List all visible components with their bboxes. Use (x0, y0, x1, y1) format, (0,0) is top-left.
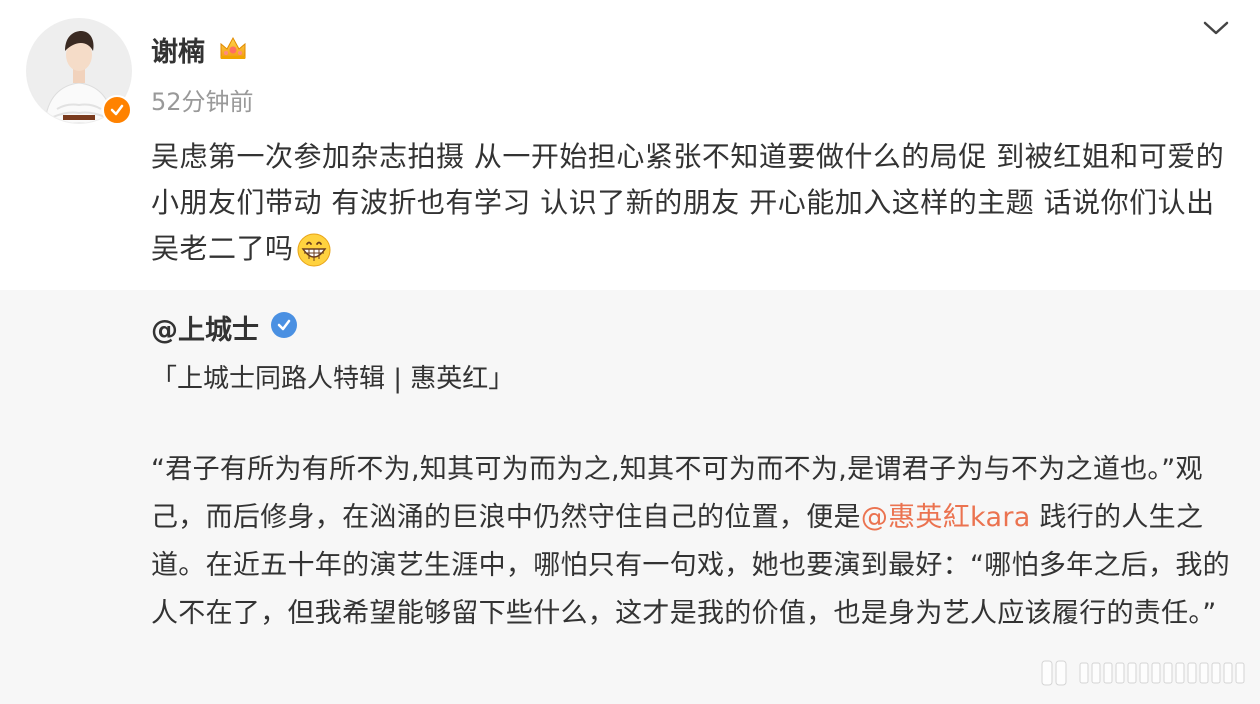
username[interactable]: 谢楠 (151, 30, 205, 69)
repost-author[interactable]: @上城士 (151, 308, 259, 347)
grinning-face-icon (296, 232, 332, 268)
repost-card[interactable]: @上城士 「上城士同路人特辑 | 惠英红」 “君子有所为有所不为,知其可为而为之… (0, 290, 1260, 704)
post-text: 吴虑第一次参加杂志拍摄 从一开始担心紧张不知道要做什么的局促 到被红姐和可爱的小… (151, 134, 1241, 272)
chevron-down-icon[interactable] (1200, 14, 1232, 42)
repost-title: 「上城士同路人特辑 | 惠英红」 (151, 364, 515, 394)
post-timestamp: 52分钟前 (151, 88, 254, 116)
repost-body: “君子有所为有所不为,知其可为而为之,知其不可为而不为,是谓君子为与不为之道也。… (151, 446, 1231, 638)
post-header: 谢楠 52分钟前 吴虑第一次参加杂志拍摄 从一开始担心紧张不知道要做什么的局促 … (0, 0, 1260, 290)
crown-icon (218, 34, 248, 62)
watermark-logo (1040, 658, 1250, 688)
verified-orange-icon (102, 95, 132, 125)
verified-blue-icon (271, 312, 297, 338)
mention-link[interactable]: @惠英紅kara (861, 502, 1031, 533)
